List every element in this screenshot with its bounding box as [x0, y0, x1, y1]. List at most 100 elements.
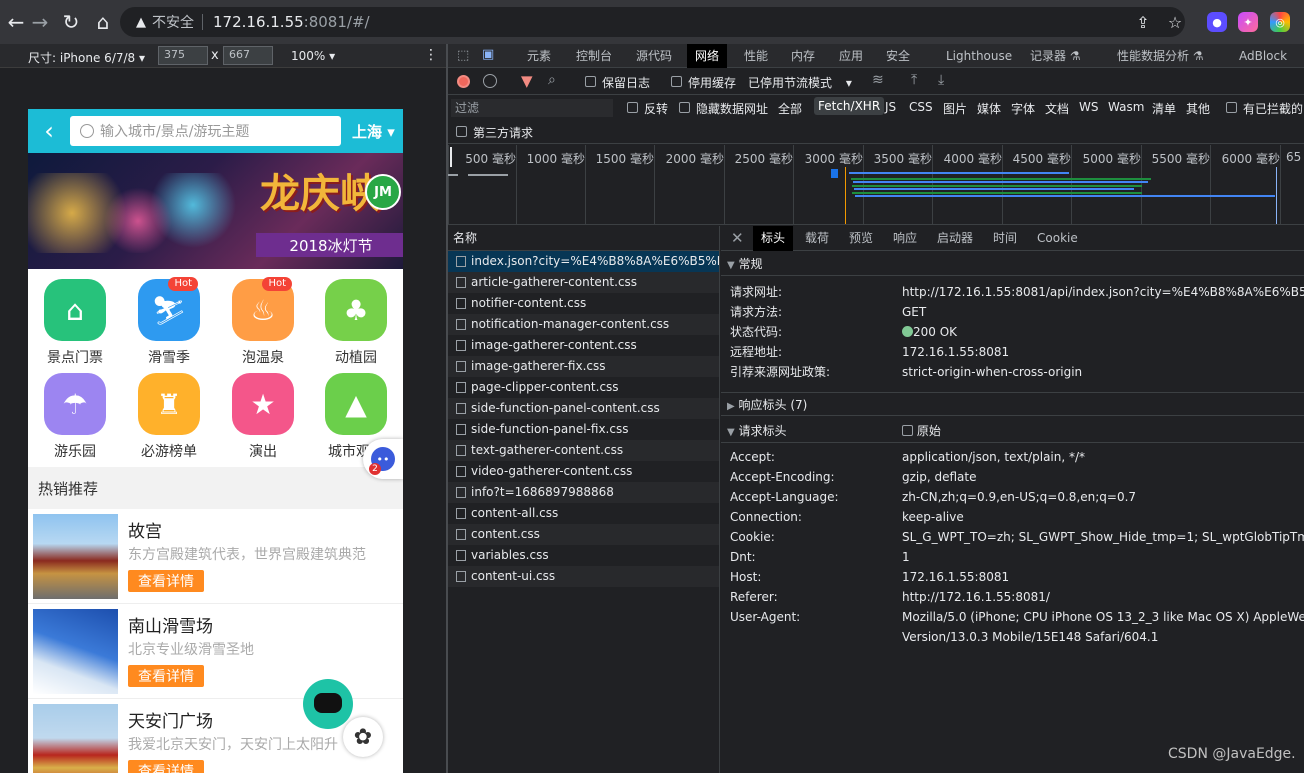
bookmark-star-icon[interactable]: ☆: [1161, 8, 1189, 36]
invert-checkbox[interactable]: [627, 102, 638, 113]
filter-input[interactable]: 过滤: [451, 99, 613, 117]
request-row[interactable]: side-function-panel-fix.css: [448, 419, 719, 440]
record-icon[interactable]: [457, 75, 470, 88]
back-chevron-icon[interactable]: ‹: [34, 117, 64, 145]
tab-adblock[interactable]: AdBlock: [1239, 44, 1287, 68]
preserve-log-checkbox[interactable]: [585, 76, 596, 87]
response-headers-section[interactable]: ▶ 响应标头 (7): [721, 392, 1304, 416]
view-details-button[interactable]: 查看详情: [128, 570, 204, 592]
promo-banner[interactable]: 龙庆峡 2018冰灯节 JM: [28, 153, 403, 269]
type-other[interactable]: 其他: [1186, 100, 1210, 117]
request-row[interactable]: image-gatherer-content.css: [448, 335, 719, 356]
tab-initiator[interactable]: 启动器: [937, 226, 973, 251]
category-ranking[interactable]: ♜ 必游榜单: [129, 373, 209, 461]
robot-assistant-button[interactable]: [303, 679, 353, 729]
type-js[interactable]: JS: [885, 100, 896, 114]
request-row[interactable]: notification-manager-content.css: [448, 314, 719, 335]
request-row[interactable]: notifier-content.css: [448, 293, 719, 314]
import-har-icon[interactable]: ⤒: [911, 72, 917, 88]
view-details-button[interactable]: 查看详情: [128, 665, 204, 687]
extension-ghost-icon[interactable]: ●: [1207, 12, 1227, 32]
category-amusement[interactable]: ☂ 游乐园: [35, 373, 115, 461]
raw-checkbox[interactable]: [902, 425, 913, 436]
device-height-input[interactable]: 667: [223, 46, 273, 65]
extension-brain-icon[interactable]: ✦: [1238, 12, 1258, 32]
type-all[interactable]: 全部: [778, 100, 802, 117]
tab-cookies[interactable]: Cookie: [1037, 226, 1078, 251]
category-tickets[interactable]: ⌂ 景点门票: [35, 279, 115, 367]
request-row[interactable]: video-gatherer-content.css: [448, 461, 719, 482]
city-selector[interactable]: 上海 ▾: [352, 121, 395, 142]
list-item[interactable]: 故宫 东方宫殿建筑代表，世界宫殿建筑典范 查看详情: [28, 509, 403, 604]
type-font[interactable]: 字体: [1011, 100, 1035, 117]
tab-network[interactable]: 网络: [687, 44, 728, 68]
request-row[interactable]: article-gatherer-content.css: [448, 272, 719, 293]
request-row[interactable]: content-all.css: [448, 503, 719, 524]
home-icon[interactable]: ⌂: [87, 6, 119, 38]
tab-console[interactable]: 控制台: [576, 44, 612, 68]
name-column-header[interactable]: 名称: [448, 226, 719, 251]
tab-payload[interactable]: 载荷: [805, 226, 829, 251]
type-manifest[interactable]: 清单: [1152, 100, 1176, 117]
device-dimensions-select[interactable]: 尺寸: iPhone 6/7/8 ▾: [28, 49, 145, 66]
floating-assistant[interactable]: •• 2: [363, 439, 403, 479]
reload-icon[interactable]: ↻: [55, 6, 87, 38]
search-input[interactable]: 输入城市/景点/游玩主题: [70, 116, 341, 146]
filter-funnel-icon[interactable]: ▼: [521, 72, 533, 90]
export-har-icon[interactable]: ⤓: [938, 72, 944, 88]
view-details-button[interactable]: 查看详情: [128, 760, 204, 773]
general-section-header[interactable]: ▼ 常规: [721, 252, 1304, 276]
request-row[interactable]: side-function-panel-content.css: [448, 398, 719, 419]
clear-icon[interactable]: [483, 74, 497, 88]
tab-application[interactable]: 应用: [839, 44, 863, 68]
type-img[interactable]: 图片: [943, 100, 967, 117]
tab-performance-insights[interactable]: 性能数据分析 ⚗: [1117, 44, 1204, 68]
request-row[interactable]: text-gatherer-content.css: [448, 440, 719, 461]
type-wasm[interactable]: Wasm: [1108, 100, 1144, 114]
network-conditions-icon[interactable]: ≋: [872, 72, 884, 88]
request-row[interactable]: variables.css: [448, 545, 719, 566]
device-width-input[interactable]: 375: [158, 46, 208, 65]
tab-sources[interactable]: 源代码: [636, 44, 672, 68]
inspect-icon[interactable]: ⬚: [457, 48, 469, 63]
forward-arrow-icon[interactable]: →: [24, 6, 56, 38]
request-row[interactable]: content-ui.css: [448, 566, 719, 587]
zoom-select[interactable]: 100% ▾: [291, 49, 335, 63]
tab-security[interactable]: 安全: [886, 44, 910, 68]
type-css[interactable]: CSS: [909, 100, 933, 114]
type-fetch-xhr[interactable]: Fetch/XHR: [814, 97, 885, 115]
close-icon[interactable]: ✕: [731, 229, 744, 247]
request-headers-section[interactable]: ▼ 请求标头 原始: [721, 419, 1304, 443]
tab-performance[interactable]: 性能: [744, 44, 768, 68]
tab-preview[interactable]: 预览: [849, 226, 873, 251]
tab-recorder[interactable]: 记录器 ⚗: [1030, 44, 1081, 68]
third-party-checkbox[interactable]: [456, 126, 467, 137]
tab-memory[interactable]: 内存: [791, 44, 815, 68]
list-item[interactable]: 南山滑雪场 北京专业级滑雪圣地 查看详情: [28, 604, 403, 699]
request-row[interactable]: image-gatherer-fix.css: [448, 356, 719, 377]
tab-elements[interactable]: 元素: [527, 44, 551, 68]
device-toggle-icon[interactable]: ▣: [482, 47, 494, 62]
extension-circle-icon[interactable]: ◎: [1270, 12, 1290, 32]
blocked-checkbox[interactable]: [1226, 102, 1237, 113]
tab-lighthouse[interactable]: Lighthouse: [946, 44, 1012, 68]
network-overview-timeline[interactable]: 500 毫秒 1000 毫秒 1500 毫秒 2000 毫秒 2500 毫秒 3…: [448, 145, 1304, 225]
request-row[interactable]: info?t=1686897988868: [448, 482, 719, 503]
share-icon[interactable]: ⇪: [1129, 8, 1157, 36]
type-media[interactable]: 媒体: [977, 100, 1001, 117]
more-options-icon[interactable]: ⋮: [424, 47, 438, 63]
chatgpt-icon[interactable]: ✿: [343, 717, 383, 757]
type-doc[interactable]: 文档: [1045, 100, 1069, 117]
category-ski[interactable]: ⛷ Hot 滑雪季: [129, 277, 209, 367]
tab-response[interactable]: 响应: [893, 226, 917, 251]
raw-toggle[interactable]: 原始: [902, 419, 941, 443]
tab-timing[interactable]: 时间: [993, 226, 1017, 251]
throttle-select[interactable]: 已停用节流模式 ▾: [748, 74, 852, 91]
category-zoo[interactable]: ♣ 动植园: [316, 279, 396, 367]
address-bar[interactable]: ▲ 不安全 172.16.1.55 :8081/#/: [120, 7, 1185, 37]
request-row[interactable]: page-clipper-content.css: [448, 377, 719, 398]
request-row[interactable]: index.json?city=%E4%B8%8A%E6%B5%B7: [448, 251, 719, 272]
hide-data-urls-checkbox[interactable]: [679, 102, 690, 113]
request-row[interactable]: content.css: [448, 524, 719, 545]
category-show[interactable]: ★ 演出: [223, 373, 303, 461]
